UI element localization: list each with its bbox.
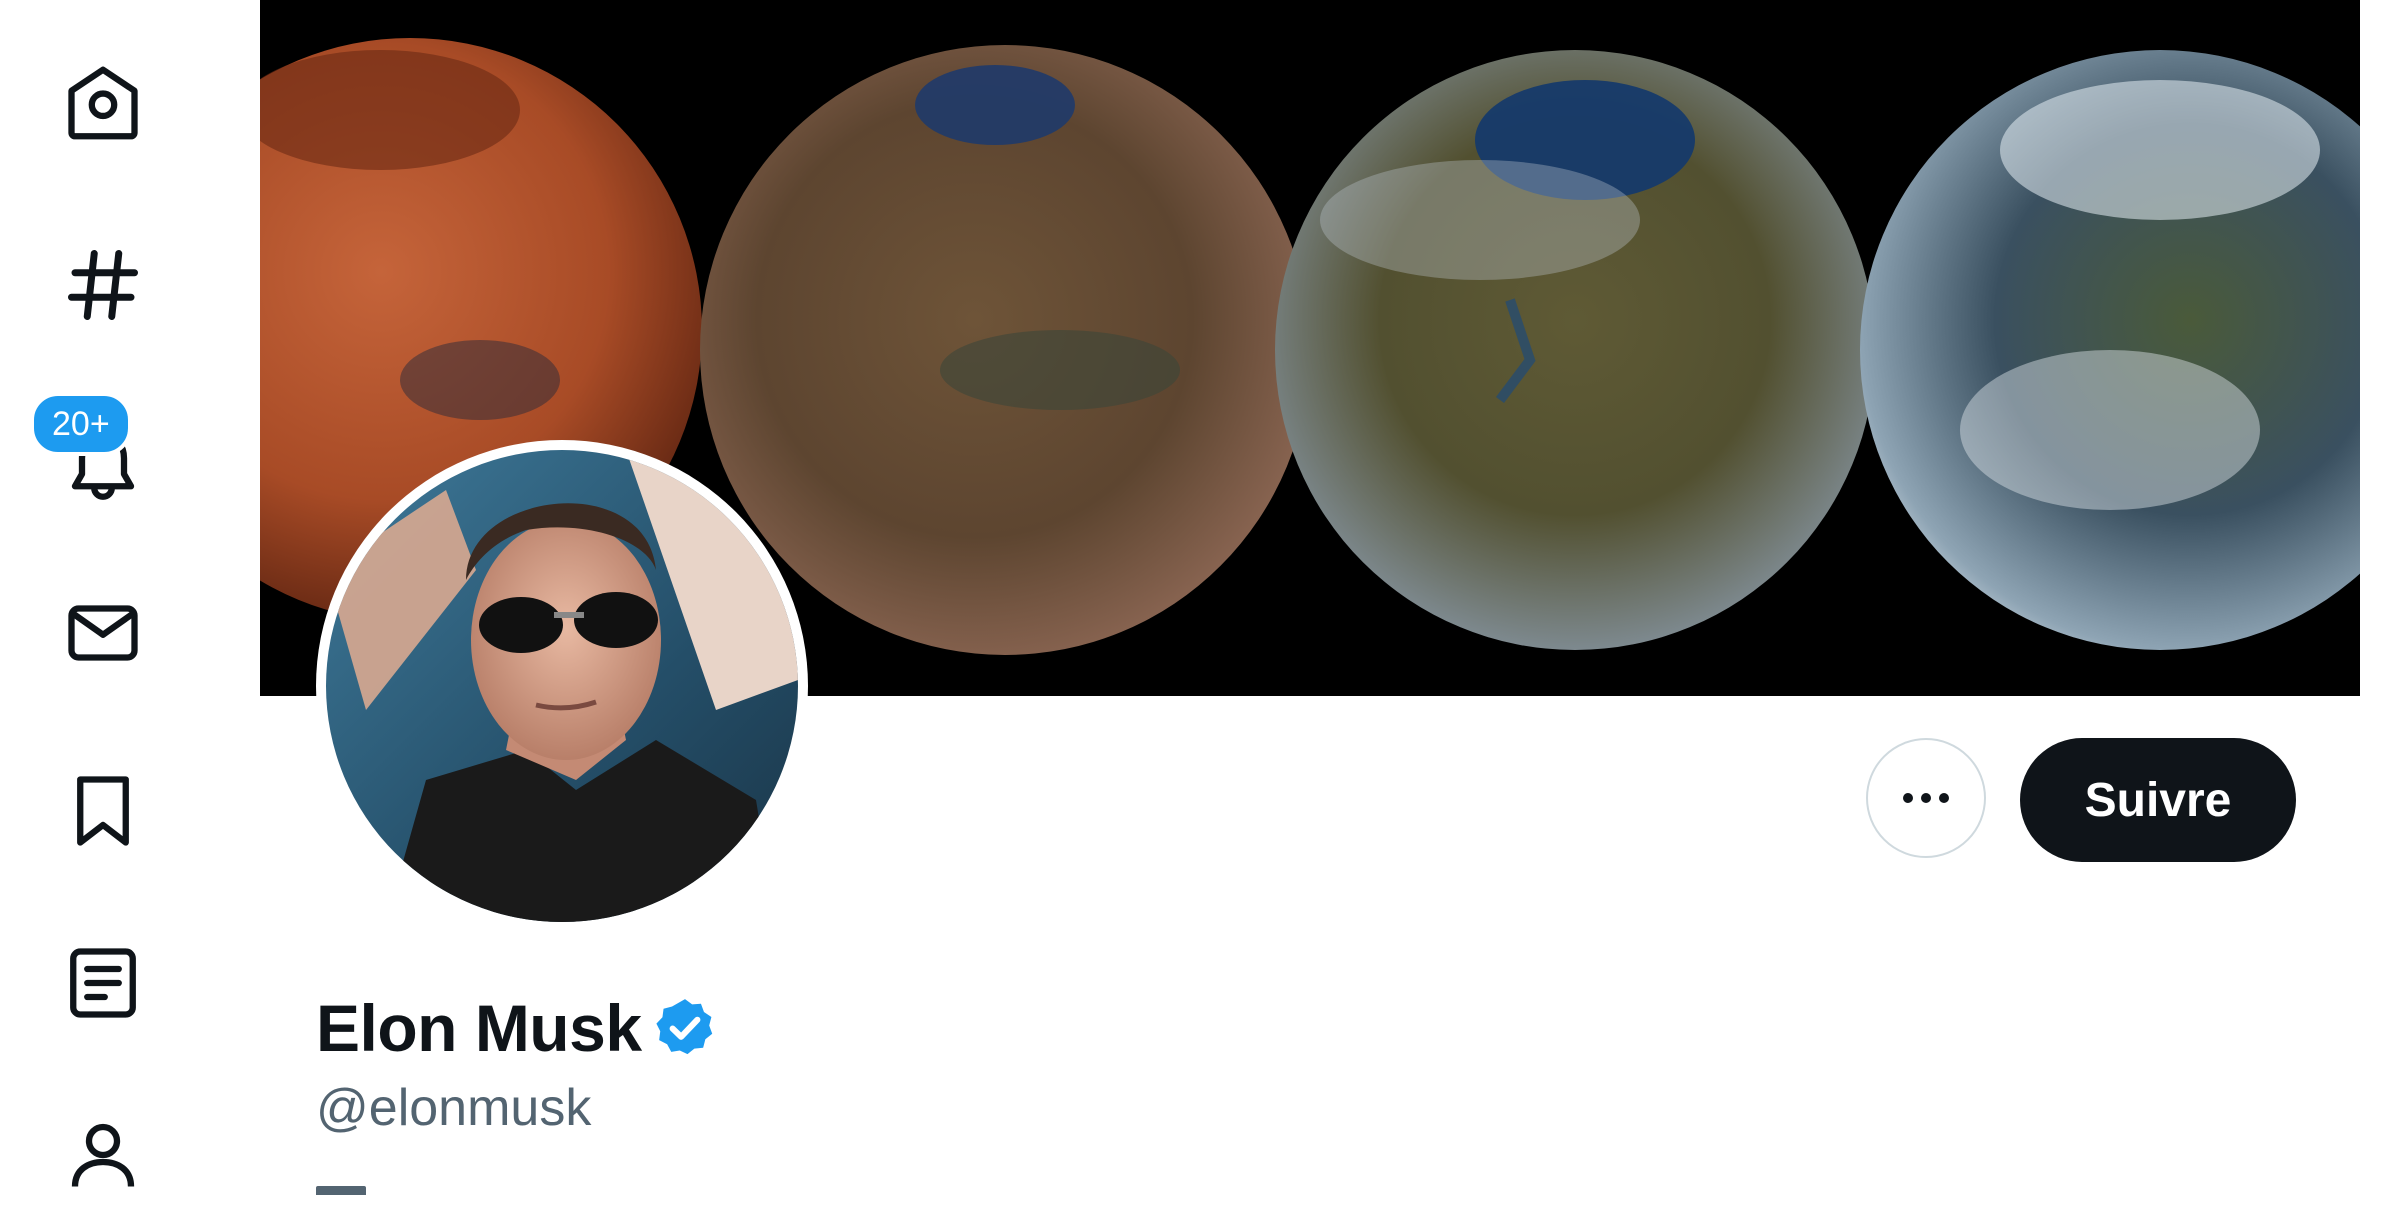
profile-name-row: Elon Musk — [316, 990, 718, 1066]
join-date-icon — [316, 1186, 366, 1195]
sidebar-item-profile[interactable] — [48, 1100, 158, 1210]
verified-badge-icon — [655, 999, 712, 1055]
bookmark-icon — [77, 776, 129, 846]
sidebar-item-lists[interactable] — [48, 928, 158, 1038]
profile-icon — [71, 1123, 135, 1187]
profile-main: Suivre Elon Musk @elonmusk — [260, 0, 2360, 1195]
profile-handle: @elonmusk — [316, 1079, 592, 1137]
sidebar-item-messages[interactable] — [48, 578, 158, 688]
more-icon — [1903, 793, 1949, 803]
sidebar-item-explore[interactable] — [48, 230, 158, 340]
profile-avatar[interactable] — [316, 440, 808, 932]
home-icon — [68, 66, 138, 140]
more-options-button[interactable] — [1866, 738, 1986, 858]
avatar-photo — [326, 450, 798, 922]
list-icon — [70, 948, 136, 1018]
follow-button[interactable]: Suivre — [2020, 738, 2296, 862]
profile-display-name: Elon Musk — [316, 991, 642, 1065]
mail-icon — [68, 605, 138, 661]
sidebar-nav: 20+ — [0, 0, 261, 1195]
notification-badge: 20+ — [30, 392, 132, 456]
sidebar-item-home[interactable] — [48, 48, 158, 158]
hashtag-icon — [68, 250, 138, 320]
sidebar-item-bookmarks[interactable] — [48, 756, 158, 866]
